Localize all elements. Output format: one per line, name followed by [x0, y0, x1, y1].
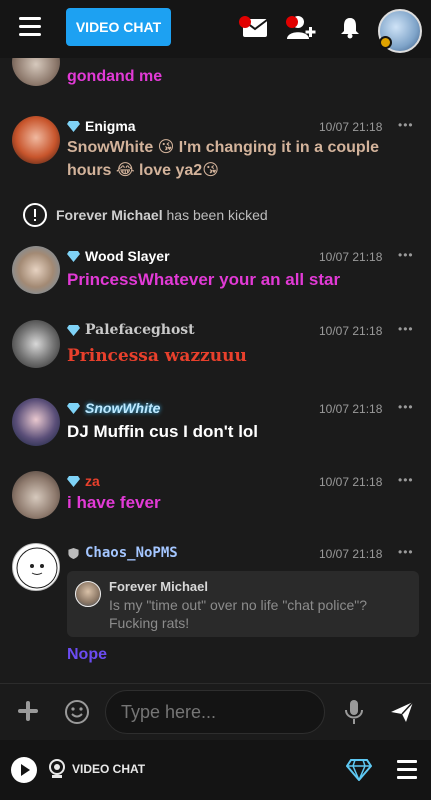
menu-icon[interactable] — [397, 760, 417, 784]
timestamp: 10/07 21:18 — [319, 250, 383, 264]
kicked-username[interactable]: Forever Michael — [56, 207, 163, 223]
timestamp: 10/07 21:18 — [319, 475, 383, 489]
timestamp: 10/07 21:18 — [319, 324, 383, 338]
more-options-icon[interactable]: ••• — [398, 118, 414, 132]
system-message: Forever Michael has been kicked — [23, 203, 268, 227]
username[interactable]: Enigma — [85, 118, 136, 134]
message-input[interactable] — [105, 690, 325, 734]
more-options-icon[interactable]: ••• — [398, 400, 414, 414]
alert-icon — [23, 203, 47, 227]
user-avatar[interactable] — [12, 543, 60, 591]
timestamp: 10/07 21:18 — [319, 120, 383, 134]
user-avatar[interactable] — [12, 116, 60, 164]
away-status-icon — [379, 36, 392, 49]
video-chat-button[interactable]: VIDEO CHAT — [66, 8, 171, 46]
user-avatar[interactable] — [12, 320, 60, 368]
message-item[interactable]: SnowWhite 10/07 21:18 ••• DJ Muffin cus … — [0, 398, 431, 468]
message-text: Nope — [67, 646, 107, 663]
play-icon[interactable] — [11, 757, 37, 783]
diamond-icon — [67, 324, 80, 336]
more-options-icon[interactable]: ••• — [398, 473, 414, 487]
username[interactable]: Palefaceghost — [85, 322, 195, 338]
message-text: SnowWhite 😘 I'm changing it in a couple … — [67, 139, 380, 179]
message-item[interactable]: za 10/07 21:18 ••• i have fever — [0, 471, 431, 541]
message-text: gondand me — [67, 68, 163, 85]
shield-icon — [68, 547, 79, 559]
user-avatar[interactable] — [12, 398, 60, 446]
send-icon[interactable] — [390, 701, 414, 728]
user-avatar[interactable] — [12, 58, 60, 86]
chat-list[interactable]: gondand me Enigma 10/07 21:18 ••• SnowWh… — [0, 58, 431, 683]
quote-avatar — [75, 581, 101, 607]
emoji-icon[interactable] — [64, 699, 90, 725]
menu-icon[interactable] — [19, 17, 41, 37]
username[interactable]: Wood Slayer — [85, 248, 170, 264]
user-avatar[interactable] — [12, 246, 60, 294]
message-item[interactable]: Chaos_NoPMS 10/07 21:18 ••• Forever Mich… — [0, 543, 431, 678]
video-chat-link[interactable]: VIDEO CHAT — [48, 759, 145, 779]
system-action: has been kicked — [166, 207, 268, 223]
diamond-icon[interactable] — [345, 759, 373, 786]
diamond-icon — [67, 250, 80, 262]
user-avatar[interactable] — [12, 471, 60, 519]
add-friend-icon[interactable] — [285, 13, 317, 46]
bottom-bar: VIDEO CHAT — [0, 740, 431, 800]
mail-icon[interactable] — [239, 13, 269, 44]
quote-username: Forever Michael — [109, 579, 208, 594]
message-item[interactable]: gondand me — [0, 58, 431, 98]
username[interactable]: Chaos_NoPMS — [85, 545, 178, 561]
message-item[interactable]: Palefaceghost 10/07 21:18 ••• Princessa … — [0, 320, 431, 390]
quote-text: Is my "time out" over no life "chat poli… — [109, 597, 367, 631]
more-options-icon[interactable]: ••• — [398, 248, 414, 262]
diamond-icon — [67, 120, 80, 132]
video-chat-label: VIDEO CHAT — [72, 762, 146, 776]
username[interactable]: za — [85, 473, 100, 489]
timestamp: 10/07 21:18 — [319, 547, 383, 561]
more-options-icon[interactable]: ••• — [398, 322, 414, 336]
message-text: i have fever — [67, 493, 161, 512]
webcam-icon — [49, 759, 65, 778]
more-options-icon[interactable]: ••• — [398, 545, 414, 559]
top-bar: VIDEO CHAT — [0, 0, 431, 58]
message-item[interactable]: Wood Slayer 10/07 21:18 ••• PrincessWhat… — [0, 246, 431, 316]
diamond-icon — [67, 402, 80, 414]
diamond-icon — [67, 475, 80, 487]
message-item[interactable]: Enigma 10/07 21:18 ••• SnowWhite 😘 I'm c… — [0, 116, 431, 206]
timestamp: 10/07 21:18 — [319, 402, 383, 416]
plus-icon[interactable] — [18, 701, 38, 721]
quoted-message[interactable]: Forever Michael Is my "time out" over no… — [67, 571, 419, 637]
username[interactable]: SnowWhite — [85, 400, 160, 416]
microphone-icon[interactable] — [344, 698, 364, 731]
message-composer — [0, 683, 431, 740]
message-text: DJ Muffin cus I don't lol — [67, 422, 259, 441]
message-text: Princessa wazzuuu — [67, 346, 247, 366]
bell-icon[interactable] — [340, 17, 360, 44]
message-text: PrincessWhatever your an all star — [67, 270, 341, 289]
